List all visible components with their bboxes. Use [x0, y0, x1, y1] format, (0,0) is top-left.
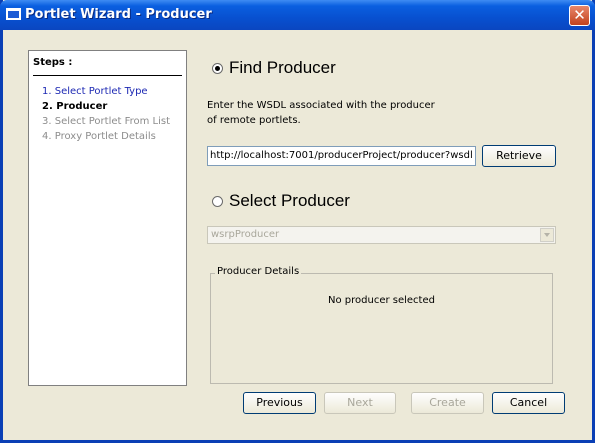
select-producer-label: Select Producer [229, 191, 350, 210]
wsdl-url-input[interactable]: http://localhost:7001/producerProject/pr… [207, 146, 476, 166]
step-select-portlet-type[interactable]: 1. Select Portlet Type [42, 86, 148, 97]
producer-dropdown-value: wsrpProducer [211, 229, 280, 240]
window-title: Portlet Wizard - Producer [25, 7, 212, 22]
wsdl-description: Enter the WSDL associated with the produ… [207, 98, 435, 128]
producer-details-group: Producer Details No producer selected [210, 266, 553, 384]
close-button[interactable]: ✕ [569, 5, 590, 26]
create-button[interactable]: Create [411, 392, 484, 414]
producer-details-message: No producer selected [328, 295, 435, 306]
producer-details-legend: Producer Details [215, 266, 302, 277]
steps-divider [33, 75, 182, 76]
select-producer-option[interactable]: Select Producer [212, 190, 350, 212]
previous-button[interactable]: Previous [243, 392, 316, 414]
wsdl-description-line-1: Enter the WSDL associated with the produ… [207, 100, 435, 111]
find-producer-label: Find Producer [229, 58, 336, 77]
wsdl-description-line-2: of remote portlets. [207, 115, 301, 126]
find-producer-option[interactable]: Find Producer [212, 57, 336, 79]
cancel-button[interactable]: Cancel [492, 392, 565, 414]
producer-dropdown[interactable]: wsrpProducer [207, 226, 556, 244]
chevron-down-icon[interactable] [540, 228, 554, 242]
step-select-portlet-from-list: 3. Select Portlet From List [42, 116, 171, 127]
steps-panel: Steps : 1. Select Portlet Type 2. Produc… [28, 50, 187, 386]
next-button[interactable]: Next [324, 392, 396, 414]
find-producer-radio[interactable] [212, 62, 223, 74]
title-bar[interactable]: Portlet Wizard - Producer ✕ [0, 0, 595, 30]
step-proxy-portlet-details: 4. Proxy Portlet Details [42, 131, 156, 142]
select-producer-radio[interactable] [212, 195, 223, 207]
retrieve-button[interactable]: Retrieve [482, 145, 556, 167]
window-icon [6, 8, 21, 20]
step-producer: 2. Producer [42, 101, 108, 112]
steps-title: Steps : [33, 57, 73, 68]
